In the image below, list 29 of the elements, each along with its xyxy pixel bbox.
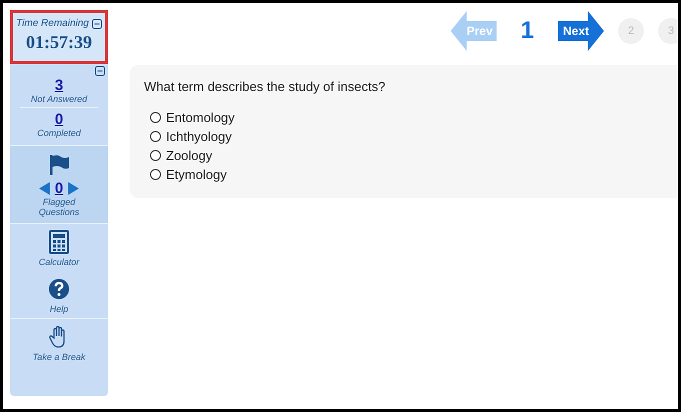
next-flag-icon[interactable] (68, 182, 80, 195)
status-label: Completed (37, 128, 81, 138)
count-link[interactable]: 0 (54, 111, 64, 128)
flag-icon (48, 154, 70, 176)
previous-flag-icon[interactable] (38, 182, 50, 195)
flagged-label: Flagged Questions (38, 197, 80, 217)
count-link[interactable]: 3 (54, 77, 64, 94)
option-label[interactable]: Zoology (166, 148, 212, 163)
timer-label: Time Remaining (16, 18, 89, 29)
tool-label: Calculator (38, 257, 80, 267)
count-link[interactable]: 0 (54, 180, 64, 197)
calculator-icon[interactable] (48, 230, 70, 254)
option-label[interactable]: Ichthyology (166, 129, 232, 144)
radio-button[interactable] (150, 150, 161, 161)
collapse-icon[interactable] (92, 18, 102, 28)
radio-button[interactable] (150, 131, 161, 142)
timer-value: 01:57:39 (26, 32, 92, 53)
status-label: Not Answered (30, 94, 88, 104)
tool-label: Help (50, 304, 68, 314)
help-icon[interactable] (48, 277, 70, 301)
collapse-icon[interactable] (95, 66, 105, 76)
option-label[interactable]: Etymology (166, 167, 227, 182)
option-label[interactable]: Entomology (166, 110, 235, 125)
page-number[interactable]: 1 (520, 17, 534, 45)
question-text: What term describes the study of insects? (144, 79, 386, 94)
radio-button[interactable] (150, 169, 161, 180)
next-button[interactable]: Next (558, 11, 604, 51)
tool-label: Take a Break (32, 352, 86, 362)
radio-button[interactable] (150, 112, 161, 123)
